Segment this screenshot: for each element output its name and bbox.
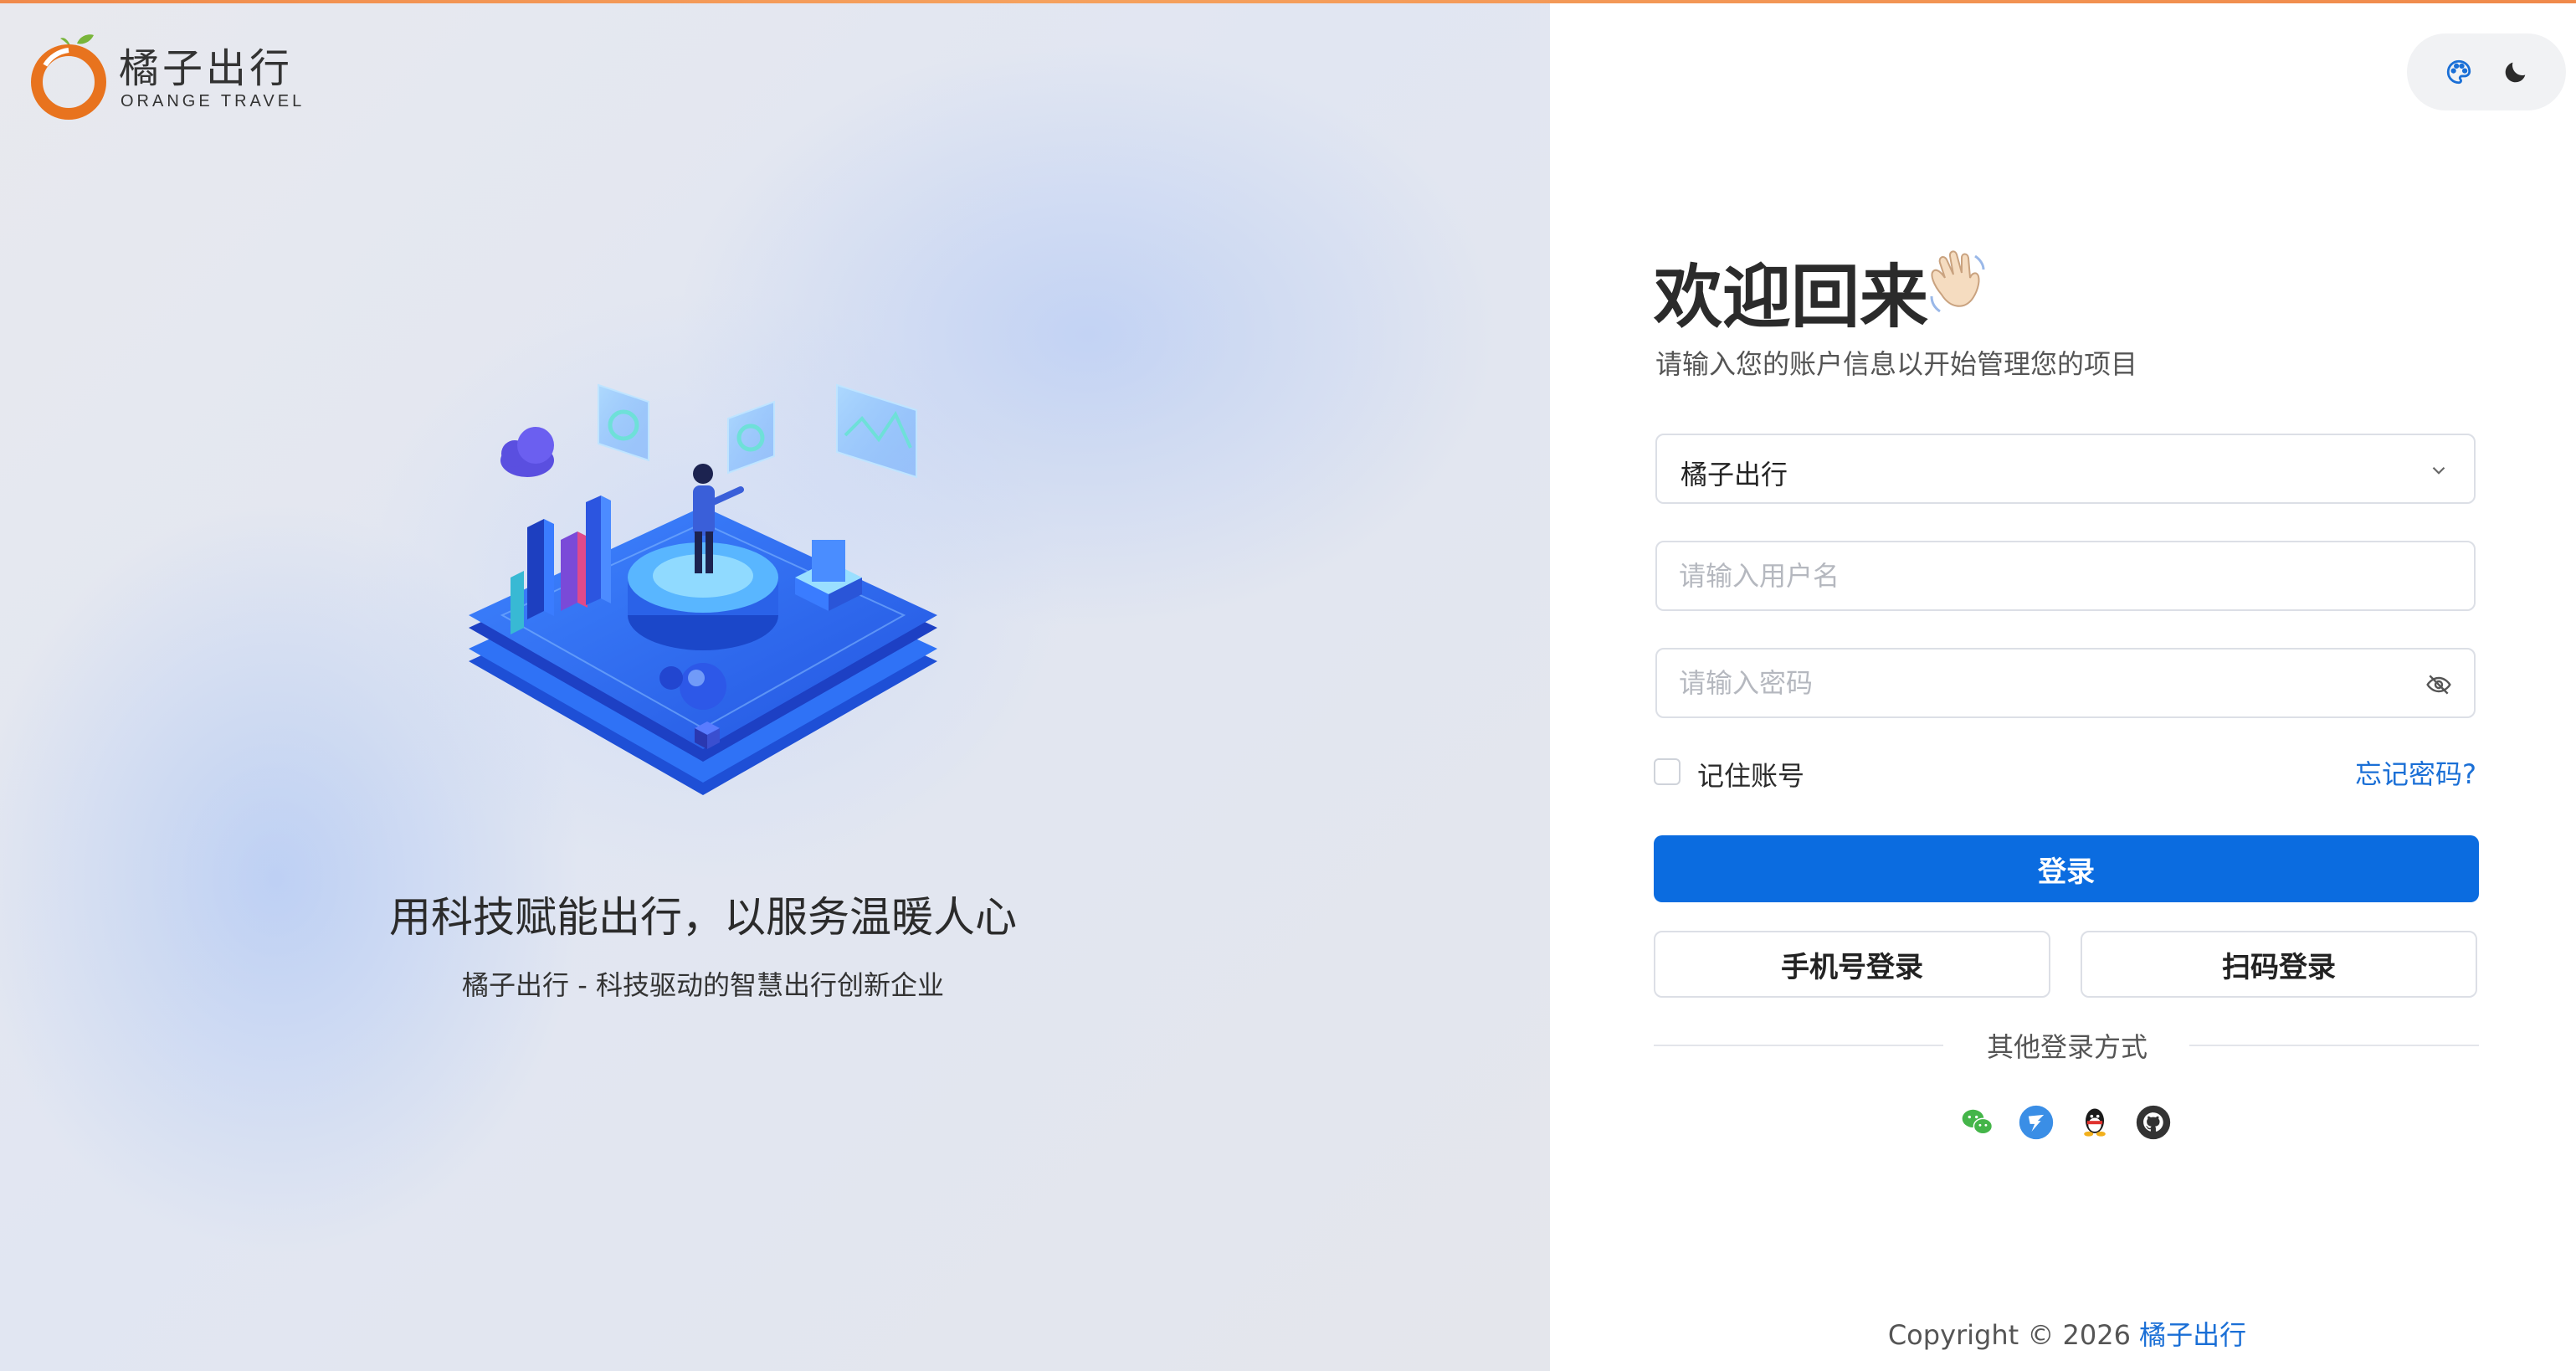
brand-logo[interactable]: 橘子出行 ORANGE TRAVEL <box>27 32 301 124</box>
login-title: 欢迎回来 <box>1654 258 1929 337</box>
phone-login-button[interactable]: 手机号登录 <box>1654 931 2050 998</box>
login-button[interactable]: 登录 <box>1654 835 2479 902</box>
remember-label: 记住账号 <box>1697 760 1805 792</box>
tenant-select[interactable]: 橘子出行 <box>1655 434 2476 504</box>
tenant-select-value: 橘子出行 <box>1681 459 1788 490</box>
hero-subtitle: 橘子出行 - 科技驱动的智慧出行创新企业 <box>462 969 944 1001</box>
isometric-tech-illustration <box>469 383 937 795</box>
top-accent-line <box>0 0 2576 3</box>
username-field[interactable] <box>1655 541 2476 611</box>
login-subtitle: 请输入您的账户信息以开始管理您的项目 <box>1655 348 2138 380</box>
username-input[interactable] <box>1679 551 2415 601</box>
moon-icon[interactable] <box>2499 55 2532 89</box>
divider-right <box>2189 1045 2479 1046</box>
brand-name-cn: 橘子出行 <box>119 45 294 92</box>
eye-off-icon[interactable] <box>2422 668 2455 701</box>
copyright-brand-link[interactable]: 橘子出行 <box>2139 1319 2246 1351</box>
dingtalk-icon[interactable] <box>2017 1103 2055 1142</box>
wechat-icon[interactable] <box>1958 1103 1997 1142</box>
hero-slogan: 用科技赋能出行，以服务温暖人心 <box>389 893 1017 942</box>
orange-logo-icon <box>31 34 106 120</box>
forgot-password-link[interactable]: 忘记密码? <box>2355 753 2476 792</box>
copyright-text: Copyright © 2026 <box>1887 1319 2131 1351</box>
github-icon[interactable] <box>2134 1103 2173 1142</box>
chevron-down-icon <box>2422 454 2455 487</box>
brand-name-en: ORANGE TRAVEL <box>121 92 305 110</box>
qr-login-button[interactable]: 扫码登录 <box>2081 931 2477 998</box>
divider-left <box>1654 1045 1943 1046</box>
password-input[interactable] <box>1679 658 2415 708</box>
remember-checkbox[interactable] <box>1654 758 1681 785</box>
waving-hand-icon <box>1930 250 1985 313</box>
qq-icon[interactable] <box>2076 1103 2114 1142</box>
password-field[interactable] <box>1655 648 2476 718</box>
theme-toolbar <box>2407 33 2566 110</box>
copyright-footer: Copyright © 2026 橘子出行 <box>1674 1314 2461 1353</box>
other-login-methods-label: 其他登录方式 <box>1986 1031 2148 1063</box>
hero-panel: 橘子出行 ORANGE TRAVEL 用科技赋能出行，以服务温暖人心 橘子出行 … <box>0 0 1550 1371</box>
palette-icon[interactable] <box>2442 55 2476 89</box>
